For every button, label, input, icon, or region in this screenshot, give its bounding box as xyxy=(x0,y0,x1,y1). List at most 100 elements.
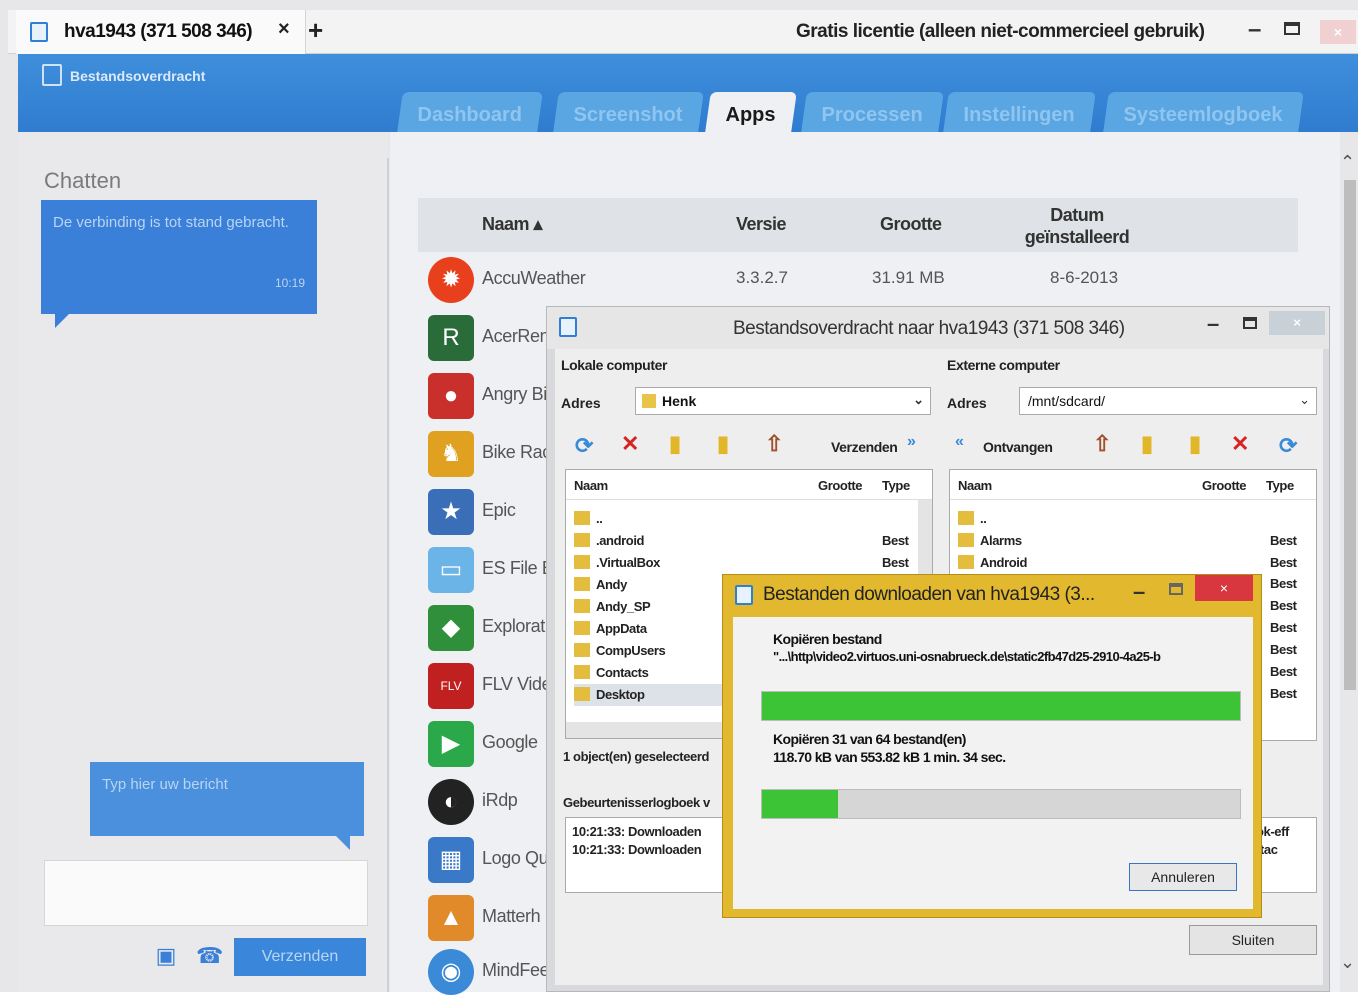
close-window-button[interactable]: × xyxy=(1320,20,1356,44)
col-type[interactable]: Type xyxy=(882,478,910,493)
send-button[interactable]: Verzenden xyxy=(234,938,366,976)
remote-refresh-icon[interactable]: ⟳ xyxy=(1279,433,1297,459)
chevron-down-icon[interactable]: ⌄ xyxy=(1299,392,1310,408)
chat-message-text: De verbinding is tot stand gebracht. xyxy=(53,214,289,231)
close-transfer-button[interactable]: Sluiten xyxy=(1189,925,1317,955)
folder-icon xyxy=(574,511,590,525)
table-row[interactable]: ✹ AccuWeather 3.3.2.7 31.91 MB 8-6-2013 xyxy=(420,252,1300,310)
transfer-maximize-button[interactable] xyxy=(1243,317,1257,329)
app-name: Logo Qu xyxy=(482,848,549,868)
send-files-button[interactable]: Verzenden xyxy=(831,439,898,455)
file-type: Best xyxy=(1270,598,1297,613)
minimize-button[interactable]: – xyxy=(1248,16,1261,44)
sun-icon: ✹ xyxy=(428,257,474,303)
receive-files-button[interactable]: Ontvangen xyxy=(983,439,1053,455)
remote-address-field[interactable]: /mnt/sdcard/ ⌄ xyxy=(1019,387,1317,415)
shield-icon: ◆ xyxy=(428,605,474,651)
file-path: "...\http\video2.virtuos.uni-osnabrueck.… xyxy=(773,649,1161,664)
col-size[interactable]: Grootte xyxy=(880,214,942,235)
header-title[interactable]: Bestandsoverdracht xyxy=(70,68,205,84)
remote-delete-icon[interactable]: ✕ xyxy=(1231,431,1249,457)
video-icon: FLV xyxy=(428,663,474,709)
transfer-minimize-button[interactable]: – xyxy=(1207,311,1219,337)
file-progress-fill xyxy=(762,692,1240,720)
app-window: hva1943 (371 508 346) × + Gratis licenti… xyxy=(0,0,1358,995)
transfer-window-icon xyxy=(559,317,577,337)
chat-hint-text: Typ hier uw bericht xyxy=(102,776,228,793)
file-name: CompUsers xyxy=(596,643,666,658)
col-size[interactable]: Grootte xyxy=(818,478,863,493)
list-item[interactable]: .android Best xyxy=(574,530,914,552)
file-name: Contacts xyxy=(596,665,649,680)
folder-icon xyxy=(574,555,590,569)
tab-instellingen[interactable]: Instellingen xyxy=(943,92,1096,132)
list-item[interactable]: Android Best xyxy=(958,552,1298,574)
up-folder-icon[interactable]: ⇧ xyxy=(765,431,783,457)
tab-processen[interactable]: Processen xyxy=(801,92,944,132)
maximize-button[interactable] xyxy=(1284,22,1300,35)
play-icon: ▶ xyxy=(428,721,474,767)
folder-icon xyxy=(958,511,974,525)
local-address-field[interactable]: Henk ⌄ xyxy=(635,387,931,415)
folder-icon xyxy=(574,533,590,547)
download-body: Kopiëren bestand "...\http\video2.virtuo… xyxy=(733,617,1253,909)
download-close-button[interactable]: × xyxy=(1195,575,1253,601)
chat-history-icon[interactable]: ▣ xyxy=(154,944,178,968)
tab-dashboard[interactable]: Dashboard xyxy=(397,92,544,132)
app-size: 31.91 MB xyxy=(872,268,945,287)
message-input[interactable] xyxy=(44,860,368,926)
total-progress-fill xyxy=(762,790,839,818)
close-tab-icon[interactable]: × xyxy=(278,18,290,41)
scrollbar[interactable] xyxy=(1344,180,1356,690)
chevron-down-icon[interactable]: ⌄ xyxy=(913,392,924,408)
chat-hint-bubble: Typ hier uw bericht xyxy=(90,762,364,850)
list-item[interactable]: .VirtualBox Best xyxy=(574,552,914,574)
remote-new-folder-icon[interactable]: ▮ xyxy=(1141,431,1153,457)
tab-systeemlogboek[interactable]: Systeemlogboek xyxy=(1103,92,1304,132)
col-name[interactable]: Naam ▴ xyxy=(482,214,543,235)
tab-screenshot[interactable]: Screenshot xyxy=(553,92,704,132)
rename-icon[interactable]: ▮ xyxy=(717,431,729,457)
file-count-text: Kopiëren 31 van 64 bestand(en) xyxy=(773,731,966,747)
list-item[interactable]: Alarms Best xyxy=(958,530,1298,552)
list-item[interactable]: .. xyxy=(958,508,1298,530)
quiz-icon: ▦ xyxy=(428,837,474,883)
file-name: Andy_SP xyxy=(596,599,651,614)
contact-icon[interactable]: ☎ xyxy=(196,944,223,968)
scroll-up-icon[interactable]: ⌃ xyxy=(1340,152,1355,173)
file-type: Best xyxy=(1270,555,1297,570)
file-name: Alarms xyxy=(980,533,1022,548)
col-type[interactable]: Type xyxy=(1266,478,1294,493)
col-installed[interactable]: Datum geïnstalleerd xyxy=(1012,204,1142,248)
remote-up-folder-icon[interactable]: ⇧ xyxy=(1093,431,1111,457)
refresh-icon[interactable]: ⟳ xyxy=(575,433,593,459)
col-name[interactable]: Naam xyxy=(958,478,992,493)
license-text: Gratis licentie (alleen niet-commercieel… xyxy=(796,21,1205,42)
col-version[interactable]: Versie xyxy=(736,214,787,235)
local-file-header: Naam Grootte Type xyxy=(566,470,932,500)
col-name[interactable]: Naam xyxy=(574,478,608,493)
folder-icon xyxy=(574,577,590,591)
new-folder-icon[interactable]: ▮ xyxy=(669,431,681,457)
remote-rename-icon[interactable]: ▮ xyxy=(1189,431,1201,457)
file-type: Best xyxy=(882,533,909,548)
cancel-button[interactable]: Annuleren xyxy=(1129,863,1237,891)
col-size[interactable]: Grootte xyxy=(1202,478,1247,493)
chat-title: Chatten xyxy=(44,168,122,193)
download-minimize-button[interactable]: – xyxy=(1133,579,1145,605)
file-type: Best xyxy=(1270,576,1297,591)
file-type: Best xyxy=(1270,686,1297,701)
add-tab-icon[interactable]: + xyxy=(308,15,323,46)
download-maximize-button[interactable] xyxy=(1169,583,1183,595)
scroll-down-icon[interactable]: ⌄ xyxy=(1340,952,1355,973)
delete-icon[interactable]: ✕ xyxy=(621,431,639,457)
mountain-icon: ▲ xyxy=(428,895,474,941)
log-line: 10:21:33: Downloaden xyxy=(572,824,702,839)
list-item[interactable]: .. xyxy=(574,508,914,530)
file-transfer-icon xyxy=(42,64,62,86)
download-title-bar: Bestanden downloaden van hva1943 (3... –… xyxy=(723,575,1261,615)
transfer-close-button[interactable]: × xyxy=(1269,311,1325,335)
session-tab[interactable]: hva1943 (371 508 346) × xyxy=(16,10,306,54)
tab-label: Processen xyxy=(821,104,923,126)
tab-apps[interactable]: Apps xyxy=(705,92,797,132)
